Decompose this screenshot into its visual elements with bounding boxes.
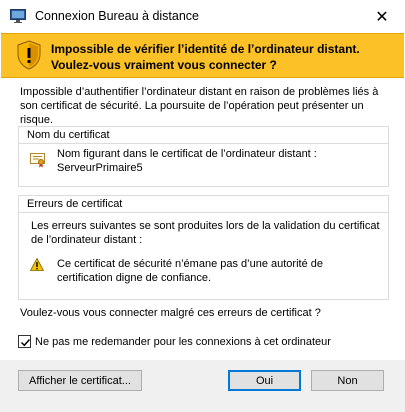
yes-button[interactable]: Oui xyxy=(228,370,301,391)
certificate-errors-group: Erreurs de certificat Les erreurs suivan… xyxy=(18,195,389,300)
certificate-icon xyxy=(30,152,46,168)
security-shield-icon xyxy=(17,40,41,70)
certificate-error-item: Ce certificat de sécurité n’émane pas d’… xyxy=(57,258,323,284)
close-button[interactable]: ✕ xyxy=(359,0,405,33)
button-bar: Afficher le certificat... Oui Non xyxy=(0,360,405,412)
certificate-name-text: Nom figurant dans le certificat de l’ord… xyxy=(57,147,377,175)
certificate-name-group: Nom du certificat Nom figurant dans le c… xyxy=(18,126,389,187)
remote-desktop-icon xyxy=(10,9,26,23)
banner-title: Impossible de vérifier l’identité de l’o… xyxy=(51,42,360,56)
dont-ask-again-checkbox[interactable] xyxy=(18,335,31,348)
title-bar: Connexion Bureau à distance ✕ xyxy=(0,0,405,33)
warning-banner: Impossible de vérifier l’identité de l’o… xyxy=(1,33,404,78)
show-certificate-button[interactable]: Afficher le certificat... xyxy=(18,370,142,391)
close-icon: ✕ xyxy=(375,8,389,26)
window-title: Connexion Bureau à distance xyxy=(35,9,200,23)
no-button[interactable]: Non xyxy=(311,370,384,391)
banner-subtitle: Voulez-vous vraiment vous connecter ? xyxy=(51,58,277,72)
certificate-name-label: Nom figurant dans le certificat de l’ord… xyxy=(57,148,317,160)
warning-message: Impossible d’authentifier l’ordinateur d… xyxy=(20,86,379,126)
certificate-errors-header: Erreurs de certificat xyxy=(19,196,388,213)
dont-ask-again-label[interactable]: Ne pas me redemander pour les connexions… xyxy=(35,336,331,348)
dont-ask-again-checkbox-row[interactable]: Ne pas me redemander pour les connexions… xyxy=(18,335,331,348)
confirm-question: Voulez-vous vous connecter malgré ces er… xyxy=(20,307,321,319)
certificate-name-value: ServeurPrimaire5 xyxy=(57,162,143,174)
checkmark-icon xyxy=(20,338,31,347)
warning-icon xyxy=(29,257,45,271)
certificate-errors-intro: Les erreurs suivantes se sont produites … xyxy=(31,220,380,246)
certificate-name-header: Nom du certificat xyxy=(19,127,388,144)
